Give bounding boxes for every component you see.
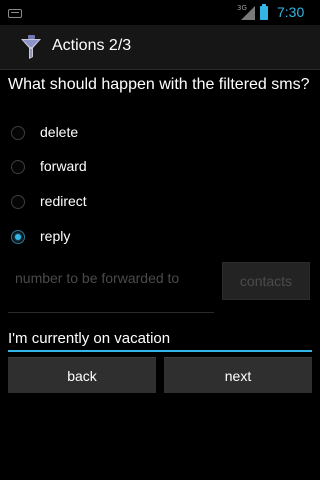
page-title: Actions 2/3	[52, 37, 132, 54]
radio-label: redirect	[40, 193, 87, 209]
radio-option-reply[interactable]: reply	[0, 220, 320, 254]
status-time: 7:30	[277, 4, 305, 20]
notification-icon	[8, 9, 22, 18]
reply-message-input[interactable]: I'm currently on vacation	[8, 328, 312, 352]
radio-label: forward	[40, 158, 87, 174]
radio-label: reply	[40, 228, 71, 244]
reply-message-value: I'm currently on vacation	[8, 330, 171, 347]
radio-button-checked[interactable]	[11, 230, 25, 244]
funnel-filter-icon[interactable]	[19, 35, 43, 61]
radio-label: delete	[40, 124, 79, 140]
radio-option-redirect[interactable]: redirect	[0, 185, 320, 219]
radio-button[interactable]	[11, 160, 25, 174]
back-button[interactable]: back	[8, 357, 156, 393]
radio-option-forward[interactable]: forward	[0, 150, 320, 184]
forward-number-input[interactable]: number to be forwarded to	[8, 262, 214, 313]
next-button[interactable]: next	[164, 357, 312, 393]
status-bar: 3G 7:30	[0, 0, 320, 25]
question-text: What should happen with the filtered sms…	[8, 76, 310, 93]
contacts-button[interactable]: contacts	[222, 262, 310, 300]
radio-option-delete[interactable]: delete	[0, 116, 320, 150]
battery-icon	[260, 4, 268, 20]
radio-button[interactable]	[11, 126, 25, 140]
radio-button[interactable]	[11, 195, 25, 209]
action-bar: Actions 2/3	[0, 25, 320, 70]
forward-number-placeholder: number to be forwarded to	[15, 270, 180, 286]
signal-icon	[241, 6, 255, 20]
